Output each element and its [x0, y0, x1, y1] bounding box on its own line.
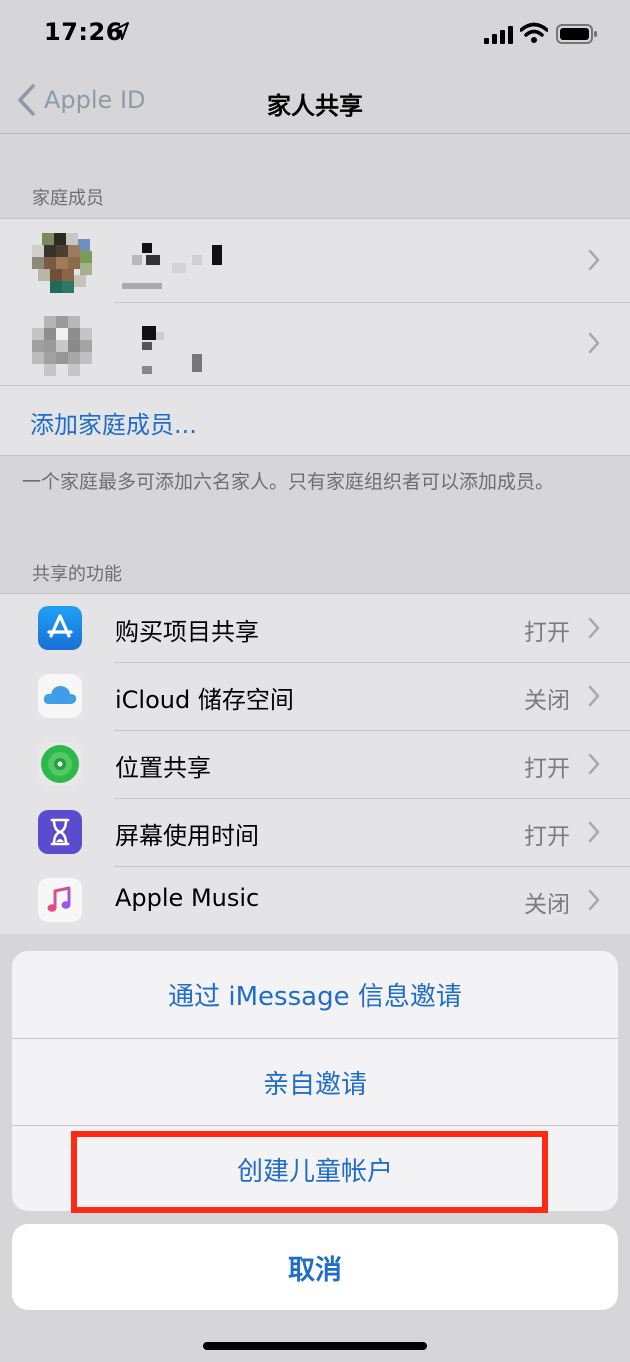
member-name-pixelated	[142, 326, 202, 374]
feature-status: 关闭	[524, 688, 570, 714]
family-footnote: 一个家庭最多可添加六名家人。只有家庭组织者可以添加成员。	[22, 471, 555, 493]
status-time: 17:26	[44, 18, 123, 46]
family-member-row[interactable]	[0, 302, 630, 385]
find-my-icon	[38, 742, 82, 786]
highlight-box	[71, 1131, 548, 1213]
shared-features-section-header: 共享的功能	[32, 564, 122, 585]
home-indicator	[203, 1342, 427, 1350]
location-arrow-icon	[113, 22, 129, 40]
feature-row-icloud-storage[interactable]: iCloud 储存空间 关闭	[0, 662, 630, 730]
invite-in-person-button[interactable]: 亲自邀请	[12, 1038, 618, 1125]
chevron-right-icon	[588, 821, 600, 843]
feature-label: 购买项目共享	[115, 618, 259, 646]
navigation-bar: Apple ID 家人共享	[0, 66, 630, 134]
feature-row-screen-time[interactable]: 屏幕使用时间 打开	[0, 798, 630, 866]
feature-status: 打开	[524, 824, 570, 850]
feature-row-apple-music[interactable]: Apple Music 关闭	[0, 866, 630, 934]
shared-features-list: 购买项目共享 打开 iCloud 储存空间 关闭 位置共享 打开 屏幕使用时间 …	[0, 593, 630, 934]
family-members-section-header: 家庭成员	[32, 188, 104, 209]
cancel-button[interactable]: 取消	[12, 1224, 618, 1310]
family-members-list: 添加家庭成员...	[0, 218, 630, 456]
add-family-member-link[interactable]: 添加家庭成员...	[30, 405, 197, 440]
family-sharing-screen: 17:26 Apple ID 家人共享 家庭成员 添加家庭成员... 一个家庭最…	[0, 0, 630, 1362]
page-title: 家人共享	[267, 92, 363, 120]
family-member-row[interactable]	[0, 219, 630, 302]
status-bar: 17:26	[0, 0, 630, 66]
member-avatar	[32, 316, 92, 376]
chevron-right-icon	[588, 249, 600, 271]
feature-label: 位置共享	[115, 754, 211, 782]
chevron-right-icon	[588, 332, 600, 354]
feature-status: 打开	[524, 756, 570, 782]
screen-time-icon	[38, 810, 82, 854]
feature-label: 屏幕使用时间	[115, 822, 259, 850]
member-name-pixelated	[122, 243, 222, 289]
chevron-right-icon	[588, 889, 600, 911]
invite-via-imessage-button[interactable]: 通过 iMessage 信息邀请	[12, 951, 618, 1038]
cellular-signal-icon	[484, 26, 513, 44]
feature-row-purchase-sharing[interactable]: 购买项目共享 打开	[0, 594, 630, 662]
chevron-right-icon	[588, 753, 600, 775]
feature-row-location-sharing[interactable]: 位置共享 打开	[0, 730, 630, 798]
app-store-icon	[38, 606, 82, 650]
member-avatar	[32, 233, 92, 293]
feature-status: 关闭	[524, 892, 570, 918]
chevron-right-icon	[588, 617, 600, 639]
battery-icon	[556, 24, 597, 44]
wifi-icon	[520, 22, 548, 43]
feature-label: iCloud 储存空间	[115, 686, 294, 714]
feature-label: Apple Music	[115, 884, 260, 912]
add-family-member-row[interactable]: 添加家庭成员...	[0, 385, 630, 455]
icloud-icon	[38, 674, 82, 718]
feature-status: 打开	[524, 620, 570, 646]
chevron-right-icon	[588, 685, 600, 707]
music-icon	[38, 878, 82, 922]
